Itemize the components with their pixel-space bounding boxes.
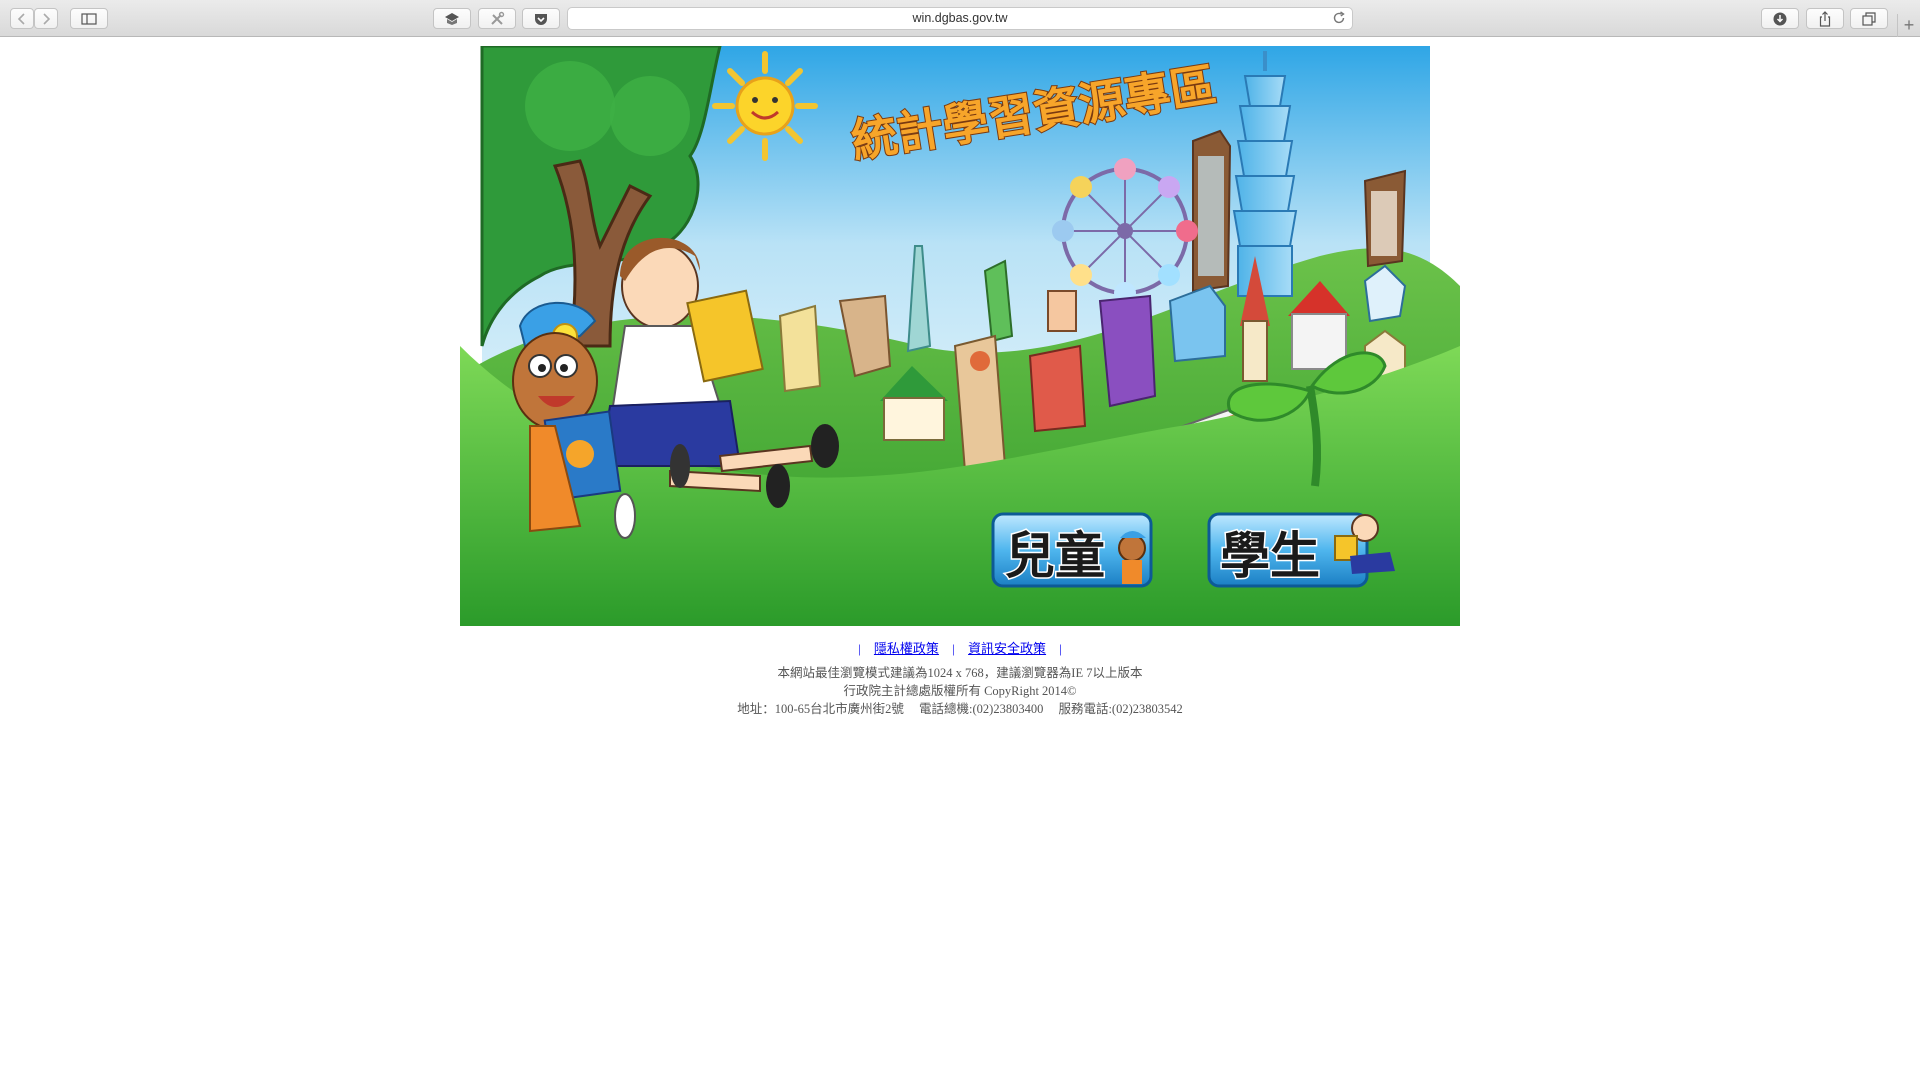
forward-button[interactable] xyxy=(34,8,58,29)
new-tab-button[interactable]: + xyxy=(1897,14,1920,37)
banner-illustration: 統計學習資源專區 兒童 學生 xyxy=(460,46,1460,626)
yellow-building xyxy=(778,304,822,393)
separator: | xyxy=(952,641,955,656)
phone-text: 電話總機:(02)23803400 xyxy=(919,702,1044,716)
address-text: 地址：100-65台北市廣州街2號 xyxy=(737,702,904,716)
back-button[interactable] xyxy=(10,8,34,29)
url-text: win.dgbas.gov.tw xyxy=(912,11,1008,25)
separator: | xyxy=(858,641,861,656)
tabs-icon xyxy=(1862,11,1876,26)
hero-banner: 統計學習資源專區 兒童 學生 xyxy=(460,46,1460,626)
sidebar-button[interactable] xyxy=(70,8,108,29)
address-bar[interactable]: win.dgbas.gov.tw xyxy=(567,7,1353,30)
security-policy-link[interactable]: 資訊安全政策 xyxy=(968,641,1046,656)
contact-line: 地址：100-65台北市廣州街2號 電話總機:(02)23803400 服務電話… xyxy=(0,700,1920,718)
privacy-policy-link[interactable]: 隱私權政策 xyxy=(874,641,939,656)
sun-icon xyxy=(712,51,818,161)
students-button[interactable]: 學生 xyxy=(1207,512,1395,588)
browser-toolbar: win.dgbas.gov.tw + xyxy=(0,0,1920,37)
copyright-text: 行政院主計總處版權所有 CopyRight 2014© xyxy=(843,684,1077,698)
child-character-icon xyxy=(1118,531,1146,584)
download-icon xyxy=(1773,12,1787,25)
footer-info: 本網站最佳瀏覽模式建議為1024 x 768，建議瀏覽器為IE 7以上版本 行政… xyxy=(0,664,1920,718)
browser-recommendation-text: 本網站最佳瀏覽模式建議為1024 x 768，建議瀏覽器為IE 7以上版本 xyxy=(777,666,1143,680)
tabs-overview-button[interactable] xyxy=(1850,8,1888,29)
children-button[interactable]: 兒童 xyxy=(991,512,1153,588)
share-icon xyxy=(1819,10,1831,27)
shield-icon xyxy=(445,12,459,25)
separator: | xyxy=(1059,641,1062,656)
reload-icon[interactable] xyxy=(1332,11,1346,25)
pocket-icon xyxy=(535,13,547,25)
share-button[interactable] xyxy=(1806,8,1844,29)
chevron-right-icon xyxy=(43,12,51,25)
sidebar-icon xyxy=(81,12,97,25)
pocket-button[interactable] xyxy=(522,8,560,29)
wrench-icon xyxy=(491,11,505,25)
purple-building xyxy=(1098,294,1157,408)
green-roof-cottage xyxy=(883,397,945,441)
ferris-wheel xyxy=(1052,158,1198,304)
service-phone-text: 服務電話:(02)23803542 xyxy=(1058,702,1183,716)
footer-links: | 隱私權政策 | 資訊安全政策 | xyxy=(0,638,1920,657)
downloads-button[interactable] xyxy=(1761,8,1799,29)
chevron-left-icon xyxy=(17,12,25,25)
red-shop-building xyxy=(1028,344,1087,433)
students-button-label: 學生 xyxy=(1220,527,1320,585)
church xyxy=(1242,320,1268,382)
blue-house xyxy=(1168,284,1226,363)
children-button-label: 兒童 xyxy=(1005,527,1105,585)
shield-extension-button[interactable] xyxy=(433,8,471,29)
tools-extension-button[interactable] xyxy=(478,8,516,29)
